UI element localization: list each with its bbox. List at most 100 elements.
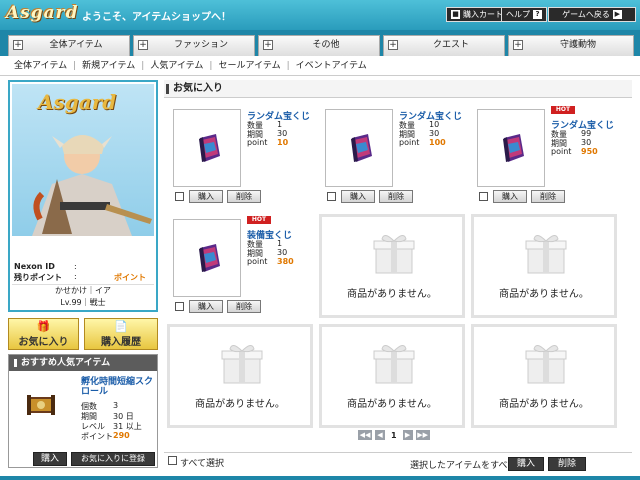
first-page-icon[interactable]: ◀◀ <box>358 430 372 440</box>
gift-box-icon <box>373 345 415 384</box>
item-thumbnail[interactable] <box>477 109 545 187</box>
recommended-buy-button[interactable]: 購入 <box>33 452 67 466</box>
item-checkbox[interactable] <box>175 192 184 201</box>
favorite-item-card: HOT ランダム宝くじ 数量 99 期間 30 point 950 購入 削除 <box>471 104 617 208</box>
favorite-item-card: HOT 装備宝くじ 数量 1 期間 30 point 380 購入 削除 <box>167 214 313 318</box>
add-to-favorites-button[interactable]: お気に入りに登録 <box>71 452 155 466</box>
help-button[interactable]: ヘルプ ? <box>501 7 547 22</box>
empty-slot: 商品がありません。 <box>319 324 465 428</box>
empty-message: 商品がありません。 <box>195 399 285 410</box>
shop-logo: Asgard <box>6 3 79 23</box>
cart-button[interactable]: ■ 購入カート <box>446 7 508 22</box>
item-buy-button[interactable]: 購入 <box>189 190 223 203</box>
help-icon: ? <box>533 10 542 19</box>
scroll-item-icon <box>27 395 55 415</box>
item-delete-button[interactable]: 削除 <box>227 300 261 313</box>
plus-icon: + <box>13 40 23 50</box>
item-delete-button[interactable]: 削除 <box>227 190 261 203</box>
prev-page-icon[interactable]: ◀ <box>375 430 385 440</box>
item-buy-button[interactable]: 購入 <box>189 300 223 313</box>
item-checkbox[interactable] <box>175 302 184 311</box>
lottery-ticket-icon <box>199 244 220 272</box>
selected-items-label: 選択したアイテムをすべて <box>410 461 517 471</box>
item-buy-button[interactable]: 購入 <box>341 190 375 203</box>
subnav-popular-items[interactable]: 人気アイテム <box>150 56 203 75</box>
subnav-sale-items[interactable]: セールアイテム <box>218 56 280 75</box>
recommended-items-panel: おすすめ人気アイテム 孵化時間短縮スクロール 個数 3 期間 30 日 レベル 31 … <box>8 354 158 468</box>
item-checkbox[interactable] <box>479 192 488 201</box>
pagination: ◀◀ ◀ 1 ▶ ▶▶ <box>358 430 430 440</box>
empty-message: 商品がありません。 <box>499 289 589 300</box>
favorite-item-card: ランダム宝くじ 数量 10 期間 30 point 100 購入 削除 <box>319 104 465 208</box>
last-page-icon[interactable]: ▶▶ <box>415 430 430 440</box>
page-title: お気に入り <box>164 80 632 98</box>
category-tabs: + 全体アイテム + ファッション + その他 + クエスト + 守護動物 <box>0 30 640 56</box>
current-page[interactable]: 1 <box>391 431 397 440</box>
empty-slot: 商品がありません。 <box>471 214 617 318</box>
recommended-item-title[interactable]: 孵化時間短縮スクロール <box>81 377 155 397</box>
item-point: point 380 <box>247 257 294 266</box>
gift-box-icon <box>373 235 415 274</box>
game-logo: Asgard <box>38 90 117 114</box>
item-delete-button[interactable]: 削除 <box>531 190 565 203</box>
empty-message: 商品がありません。 <box>347 289 437 300</box>
profile-panel: Asgard Nexon ID: 残りポイント: ポイント かせかけ｜イア Lv… <box>8 80 158 312</box>
item-thumbnail[interactable] <box>173 219 241 297</box>
bottom-action-bar: すべて選択 選択したアイテムをすべて 購入 削除 <box>164 452 632 474</box>
cart-icon: ■ <box>451 10 460 19</box>
points-row: 残りポイント: ポイント <box>14 272 146 282</box>
item-point: point 10 <box>247 138 289 147</box>
buy-selected-button[interactable]: 購入 <box>508 457 544 471</box>
subnav-event-items[interactable]: イベントアイテム <box>296 56 367 75</box>
item-checkbox[interactable] <box>327 192 336 201</box>
favorites-panel: お気に入り ランダム宝くじ 数量 1 期間 30 point 10 購入 削除 ランダム宝くじ 数量… <box>164 80 632 450</box>
tab-quest[interactable]: + クエスト <box>383 35 505 56</box>
subnav-all-items[interactable]: 全体アイテム <box>14 56 67 75</box>
empty-slot: 商品がありません。 <box>167 324 313 428</box>
empty-slot: 商品がありません。 <box>319 214 465 318</box>
empty-message: 商品がありません。 <box>347 399 437 410</box>
item-delete-button[interactable]: 削除 <box>379 190 413 203</box>
item-point: point 100 <box>399 138 446 147</box>
welcome-text: ようこそ、アイテムショップへ！ <box>82 12 231 23</box>
item-point: point 950 <box>551 147 598 156</box>
back-arrow-icon: ▶ <box>612 10 622 19</box>
top-bar: Asgard ようこそ、アイテムショップへ！ ■ 購入カート ヘルプ ? ゲーム… <box>0 0 640 30</box>
nexon-id-row: Nexon ID: <box>14 262 77 271</box>
lottery-ticket-icon <box>351 134 372 162</box>
plus-icon: + <box>388 40 398 50</box>
lottery-ticket-icon <box>503 134 524 162</box>
gift-icon: 🎁 <box>36 320 51 333</box>
favorites-button[interactable]: 🎁 お気に入り <box>8 318 79 350</box>
sub-navigation: 全体アイテム | 新規アイテム | 人気アイテム | セールアイテム | イベントアイテ… <box>0 56 640 76</box>
favorite-item-card: ランダム宝くじ 数量 1 期間 30 point 10 購入 削除 <box>167 104 313 208</box>
item-buy-button[interactable]: 購入 <box>493 190 527 203</box>
subnav-new-items[interactable]: 新規アイテム <box>82 56 135 75</box>
tab-guardian-pets[interactable]: + 守護動物 <box>508 35 634 56</box>
hot-badge: HOT <box>247 216 271 224</box>
plus-icon: + <box>263 40 273 50</box>
tab-fashion[interactable]: + ファッション <box>133 35 255 56</box>
tab-all-items[interactable]: + 全体アイテム <box>8 35 130 56</box>
plus-icon: + <box>138 40 148 50</box>
purchase-history-button[interactable]: 📄 購入履歴 <box>84 318 158 350</box>
footer-bar <box>0 476 640 480</box>
lottery-ticket-icon <box>199 134 220 162</box>
gift-box-icon <box>525 345 567 384</box>
delete-selected-button[interactable]: 削除 <box>548 457 586 471</box>
next-page-icon[interactable]: ▶ <box>402 430 413 440</box>
character-name: かせかけ｜イア <box>55 286 111 295</box>
select-all-checkbox[interactable] <box>168 456 177 465</box>
recommended-heading: おすすめ人気アイテム <box>9 355 157 371</box>
gift-box-icon <box>525 235 567 274</box>
character-level: Lv.99｜戦士 <box>60 298 106 307</box>
gift-box-icon <box>221 345 263 384</box>
hot-badge: HOT <box>551 106 575 114</box>
item-thumbnail[interactable] <box>173 109 241 187</box>
character-info: かせかけ｜イア Lv.99｜戦士 <box>12 284 154 308</box>
empty-message: 商品がありません。 <box>499 399 589 410</box>
back-to-game-button[interactable]: ゲームへ戻る ▶ <box>548 7 636 22</box>
item-thumbnail[interactable] <box>325 109 393 187</box>
select-all-label: すべて選択 <box>180 459 225 469</box>
tab-others[interactable]: + その他 <box>258 35 380 56</box>
